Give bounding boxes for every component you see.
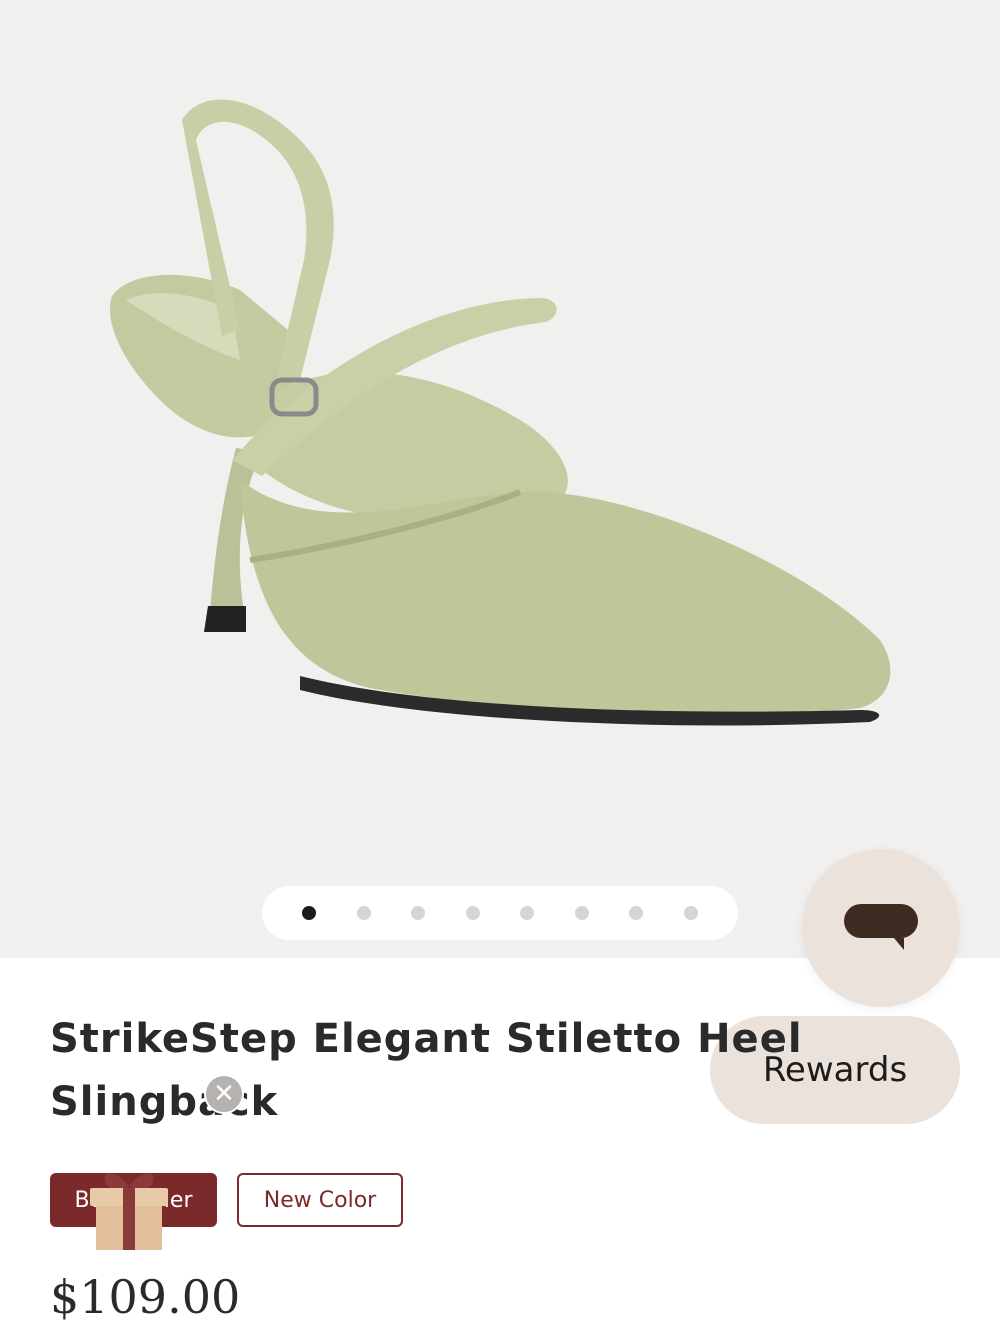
gallery-dot[interactable]: [465, 906, 480, 920]
gallery-dot[interactable]: [574, 906, 589, 920]
gallery-pagination: [262, 886, 738, 940]
product-image-gallery[interactable]: [0, 0, 1000, 958]
gift-icon[interactable]: [84, 1162, 174, 1254]
gallery-dot[interactable]: [302, 906, 316, 920]
chat-bubble-icon: [844, 904, 918, 950]
product-image[interactable]: [0, 0, 1000, 958]
gallery-dot[interactable]: [520, 906, 535, 920]
chat-button[interactable]: [802, 849, 960, 1007]
product-price: $109.00: [50, 1270, 241, 1324]
close-icon[interactable]: ✕: [204, 1074, 244, 1114]
product-title: StrikeStep Elegant Stiletto Heel Slingba…: [50, 1016, 803, 1125]
gallery-dot[interactable]: [683, 906, 698, 920]
new-color-badge: New Color: [237, 1173, 403, 1227]
gallery-dot[interactable]: [629, 906, 644, 920]
gallery-dot[interactable]: [411, 906, 426, 920]
gallery-dot[interactable]: [356, 906, 371, 920]
